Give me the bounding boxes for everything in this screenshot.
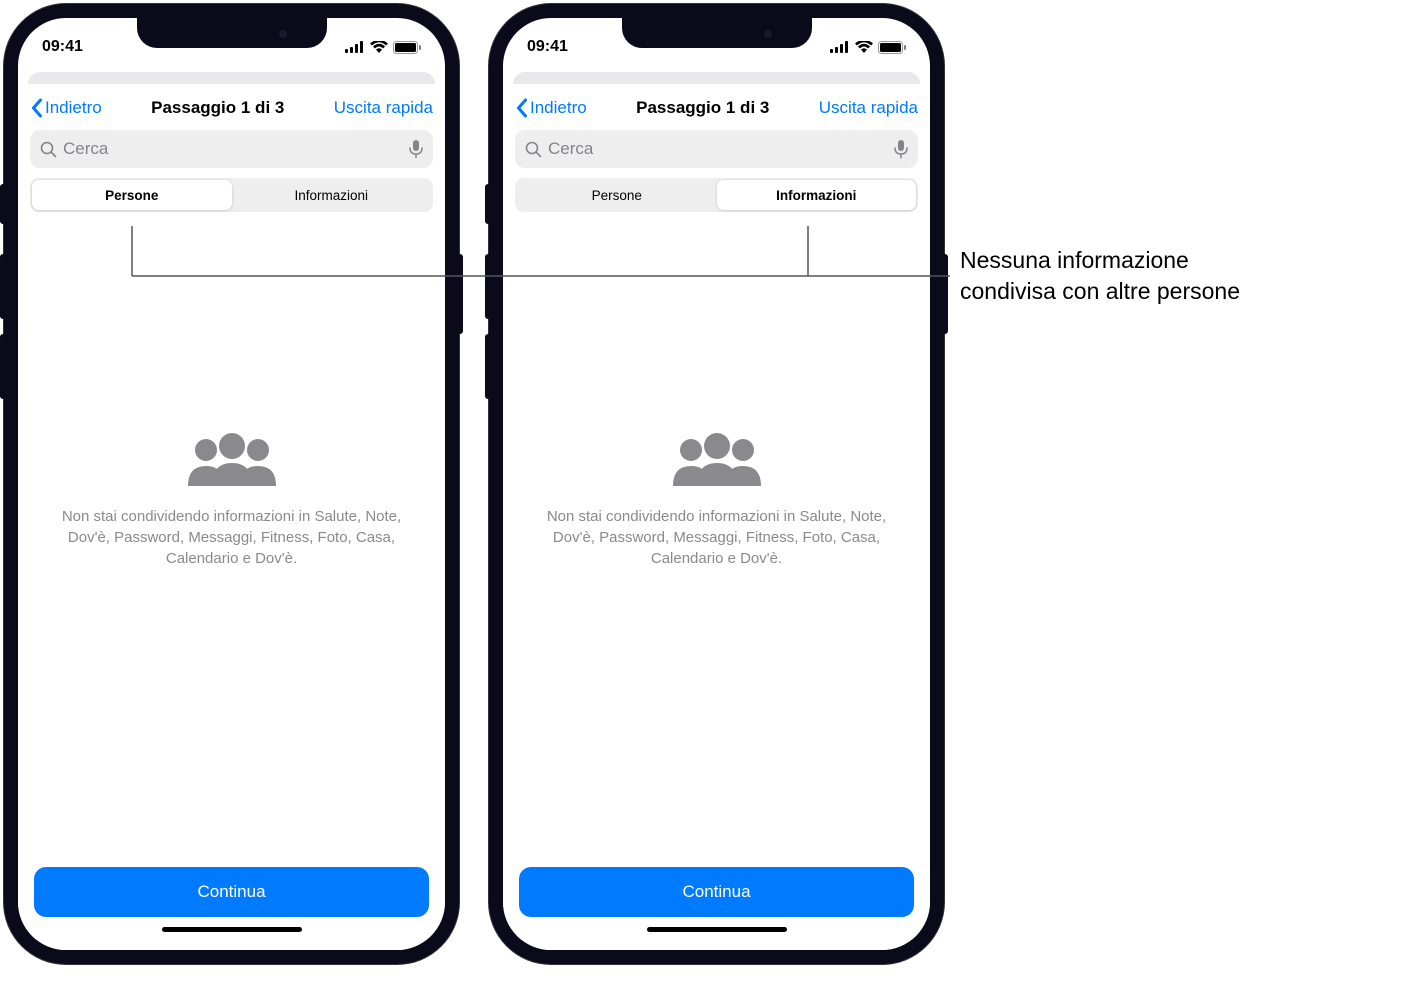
empty-state-text: Non stai condividendo informazioni in Sa… bbox=[46, 506, 417, 569]
back-button[interactable]: Indietro bbox=[30, 98, 102, 118]
nav-bar: Indietro Passaggio 1 di 3 Uscita rapida bbox=[503, 84, 930, 128]
tab-information[interactable]: Informazioni bbox=[232, 180, 432, 210]
back-label: Indietro bbox=[45, 98, 102, 118]
back-button[interactable]: Indietro bbox=[515, 98, 587, 118]
continue-button[interactable]: Continua bbox=[34, 867, 429, 917]
cellular-icon bbox=[345, 41, 365, 53]
status-time: 09:41 bbox=[527, 38, 568, 56]
wifi-icon bbox=[370, 41, 388, 53]
home-indicator[interactable] bbox=[162, 927, 302, 932]
notch bbox=[622, 18, 812, 48]
quick-exit-button[interactable]: Uscita rapida bbox=[819, 98, 918, 118]
page-title: Passaggio 1 di 3 bbox=[636, 98, 769, 118]
cellular-icon bbox=[830, 41, 850, 53]
status-time: 09:41 bbox=[42, 38, 83, 56]
people-group-icon bbox=[182, 430, 282, 488]
chevron-left-icon bbox=[30, 98, 43, 118]
callout-annotation: Nessuna informazione condivisa con altre… bbox=[960, 245, 1240, 307]
page-title: Passaggio 1 di 3 bbox=[151, 98, 284, 118]
chevron-left-icon bbox=[515, 98, 528, 118]
battery-icon bbox=[393, 41, 421, 54]
segmented-control: Persone Informazioni bbox=[30, 178, 433, 212]
phone-right: 09:41 Indietro Passaggio 1 di 3 Uscita r… bbox=[489, 4, 944, 964]
home-indicator[interactable] bbox=[647, 927, 787, 932]
tab-people[interactable]: Persone bbox=[32, 180, 232, 210]
empty-state-text: Non stai condividendo informazioni in Sa… bbox=[531, 506, 902, 569]
quick-exit-button[interactable]: Uscita rapida bbox=[334, 98, 433, 118]
notch bbox=[137, 18, 327, 48]
battery-icon bbox=[878, 41, 906, 54]
continue-button[interactable]: Continua bbox=[519, 867, 914, 917]
wifi-icon bbox=[855, 41, 873, 53]
tab-people[interactable]: Persone bbox=[517, 180, 717, 210]
empty-state: Non stai condividendo informazioni in Sa… bbox=[18, 132, 445, 867]
tab-information[interactable]: Informazioni bbox=[717, 180, 917, 210]
empty-state: Non stai condividendo informazioni in Sa… bbox=[503, 132, 930, 867]
phone-left: 09:41 Indietro Passaggio 1 di 3 Uscita r… bbox=[4, 4, 459, 964]
people-group-icon bbox=[667, 430, 767, 488]
back-label: Indietro bbox=[530, 98, 587, 118]
segmented-control: Persone Informazioni bbox=[515, 178, 918, 212]
nav-bar: Indietro Passaggio 1 di 3 Uscita rapida bbox=[18, 84, 445, 128]
